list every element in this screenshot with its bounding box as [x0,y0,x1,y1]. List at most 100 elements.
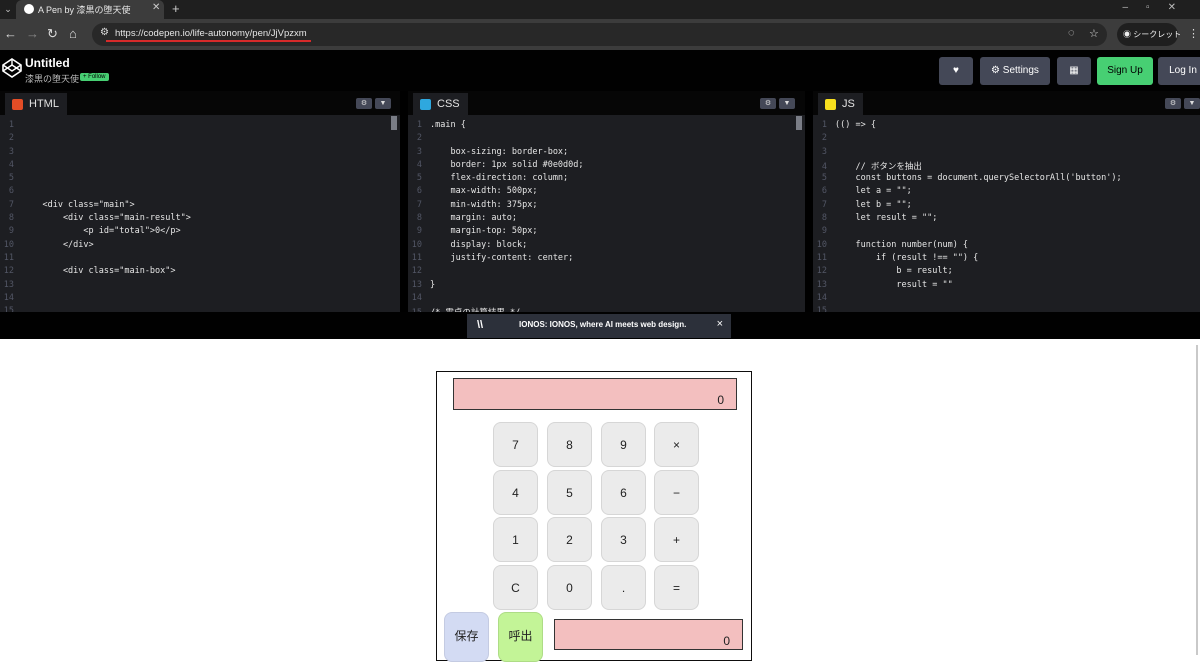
new-tab-icon[interactable]: + [172,1,180,16]
html-code-line[interactable]: 5 [0,173,400,186]
css-code-line[interactable]: 4 border: 1px solid #0e0d0d; [408,160,805,173]
settings-button[interactable]: ⚙ Settings [980,57,1050,85]
ad-close-icon[interactable]: × [717,318,723,330]
tab-css[interactable]: CSS [413,93,468,115]
calc-key[interactable]: 2 [547,517,592,562]
html-code-line[interactable]: 12 <div class="main-box"> [0,266,400,279]
browser-menu-icon[interactable]: ⋮ [1188,27,1199,40]
js-code-area[interactable]: 1(() => {2 3 4 // ボタンを抽出 5 const buttons = … [813,120,1200,319]
follow-button[interactable]: + Follow [80,73,109,81]
js-code-line[interactable]: 13 result = "" [813,280,1200,293]
calc-key[interactable]: 1 [493,517,538,562]
js-code-line[interactable]: 3 [813,147,1200,160]
html-code-line[interactable]: 9 <p id="total">0</p> [0,226,400,239]
calc-key[interactable]: 7 [493,422,538,467]
love-button[interactable]: ♥ [939,57,973,85]
forward-arrow-icon[interactable]: → [26,26,39,41]
css-collapse-chevron-icon[interactable]: ▼ [779,98,795,109]
js-collapse-chevron-icon[interactable]: ▼ [1184,98,1200,109]
html-collapse-chevron-icon[interactable]: ▼ [375,98,391,109]
js-code-line[interactable]: 1 (() => { [813,120,1200,133]
html-code-area[interactable]: 1234567 <div class="main"> 8 <div class="… [0,120,400,319]
js-code-line[interactable]: 7 let b = ""; [813,200,1200,213]
css-code-line[interactable]: 13} [408,280,805,293]
js-code-line[interactable]: 11 if (result !== "") { [813,253,1200,266]
url-omnibox[interactable]: ⚙ https://codepen.io/life-autonomy/pen/J… [92,23,1107,46]
home-icon[interactable]: ⌂ [69,26,77,41]
back-arrow-icon[interactable]: ← [4,26,17,41]
css-code-line[interactable]: 5 flex-direction: column; [408,173,805,186]
js-code-line[interactable]: 2 [813,133,1200,146]
login-button[interactable]: Log In [1158,57,1200,85]
browser-tab[interactable]: A Pen by 漆黒の堕天使 ✕ [16,0,164,19]
calc-key[interactable]: × [654,422,699,467]
js-code-line[interactable]: 10 function number(num) { [813,240,1200,253]
calc-key[interactable]: 6 [601,470,646,515]
css-code-line[interactable]: 8 margin: auto; [408,213,805,226]
calc-key[interactable]: + [654,517,699,562]
html-code-line[interactable]: 8 <div class="main-result"> [0,213,400,226]
calc-key[interactable]: 5 [547,470,592,515]
css-code-line[interactable]: 2 [408,133,805,146]
html-code-line[interactable]: 14 [0,293,400,306]
css-code-line[interactable]: 10 display: block; [408,240,805,253]
html-scrollbar[interactable] [391,116,397,130]
css-code-line[interactable]: 14 [408,293,805,306]
html-code-line[interactable]: 11 [0,253,400,266]
js-settings-gear-icon[interactable]: ⚙ [1165,98,1181,109]
css-code-line[interactable]: 3 box-sizing: border-box; [408,147,805,160]
css-settings-gear-icon[interactable]: ⚙ [760,98,776,109]
pen-title[interactable]: Untitled [25,56,70,70]
pen-author[interactable]: 漆黒の堕天使 [25,72,79,85]
html-code-line[interactable]: 7 <div class="main"> [0,200,400,213]
calc-key[interactable]: 4 [493,470,538,515]
js-code-line[interactable]: 9 [813,226,1200,239]
ad-banner[interactable]: \\ IONOS: IONOS, where AI meets web desi… [467,314,731,338]
codepen-logo-icon[interactable] [2,58,22,78]
ad-text[interactable]: IONOS: IONOS, where AI meets web design. [519,320,686,329]
close-tab-icon[interactable]: ✕ [152,2,160,13]
css-code-line[interactable]: 12 [408,266,805,279]
js-code-line[interactable]: 6 let a = ""; [813,186,1200,199]
html-settings-gear-icon[interactable]: ⚙ [356,98,372,109]
css-code-area[interactable]: 1 .main {2 3 box-sizing: border-box; 4 bord… [408,120,805,319]
calc-key[interactable]: 0 [547,565,592,610]
eye-slash-icon[interactable]: ◌ [1068,27,1075,39]
calc-key[interactable]: 9 [601,422,646,467]
pane-resize-handle[interactable] [400,91,408,312]
tab-html[interactable]: HTML [5,93,67,115]
pane-resize-handle[interactable] [805,91,813,312]
reload-icon[interactable]: ↻ [47,26,58,42]
html-code-line[interactable]: 6 [0,186,400,199]
calc-key[interactable]: = [654,565,699,610]
incognito-badge[interactable]: ◉ シークレット [1117,23,1181,46]
js-code-line[interactable]: 8 let result = ""; [813,213,1200,226]
js-code-line[interactable]: 5 const buttons = document.querySelector… [813,173,1200,186]
bookmark-star-icon[interactable]: ☆ [1089,27,1099,40]
css-code-line[interactable]: 7 min-width: 375px; [408,200,805,213]
css-code-line[interactable]: 11 justify-content: center; [408,253,805,266]
window-controls[interactable]: –▫✕ [1123,2,1195,13]
js-code-line[interactable]: 12 b = result; [813,266,1200,279]
site-settings-icon[interactable]: ⚙ [100,27,109,38]
css-code-line[interactable]: 6 max-width: 500px; [408,186,805,199]
html-code-line[interactable]: 2 [0,133,400,146]
js-code-line[interactable]: 14 [813,293,1200,306]
html-code-line[interactable]: 3 [0,147,400,160]
calc-key[interactable]: C [493,565,538,610]
calc-key[interactable]: 3 [601,517,646,562]
html-code-line[interactable]: 10 </div> [0,240,400,253]
html-code-line[interactable]: 1 [0,120,400,133]
html-code-line[interactable]: 13 [0,280,400,293]
layout-button[interactable]: ▦ [1057,57,1091,85]
calc-key[interactable]: − [654,470,699,515]
css-code-line[interactable]: 1 .main { [408,120,805,133]
html-code-line[interactable]: 4 [0,160,400,173]
js-code-line[interactable]: 4 // ボタンを抽出 [813,160,1200,173]
css-code-line[interactable]: 9 margin-top: 50px; [408,226,805,239]
css-scrollbar[interactable] [796,116,802,130]
tab-list-chevron-icon[interactable]: ⌄ [0,0,16,19]
calc-key[interactable]: . [601,565,646,610]
signup-button[interactable]: Sign Up [1097,57,1153,85]
calc-key[interactable]: 8 [547,422,592,467]
